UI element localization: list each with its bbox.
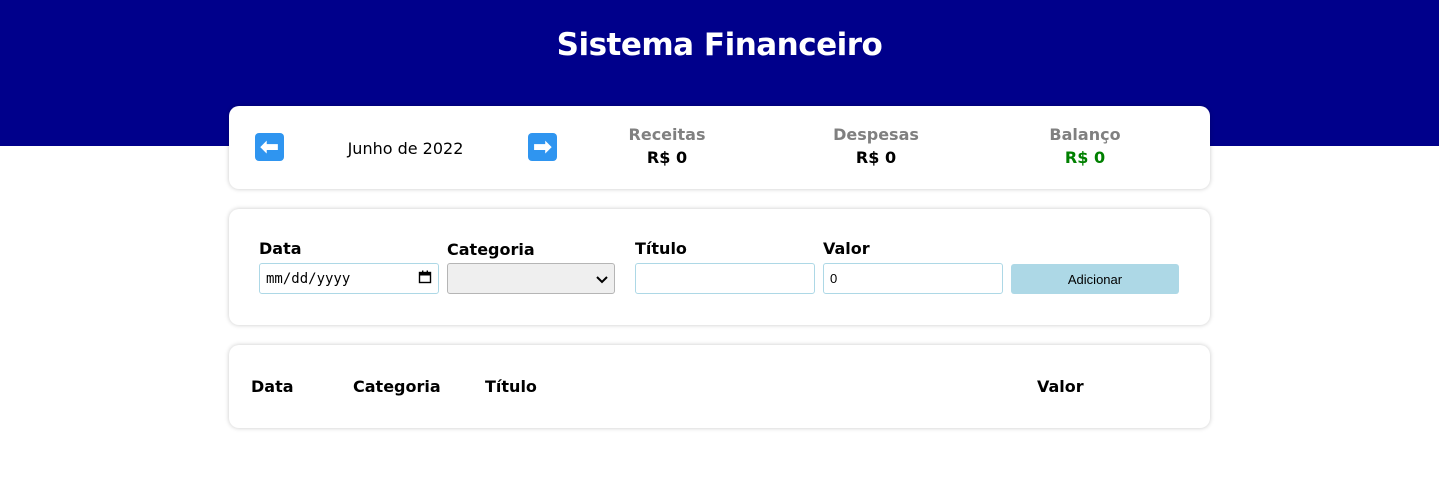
balanco-label: Balanço (1049, 125, 1121, 144)
valor-input[interactable]: 0 (823, 263, 1003, 294)
date-input[interactable]: mm/dd/yyyy (259, 263, 439, 294)
receitas-label: Receitas (628, 125, 706, 144)
balanco-value: R$ 0 (1064, 148, 1106, 167)
current-month: Junho de 2022 (347, 139, 464, 158)
despesas-summary: Despesas R$ 0 (776, 125, 976, 167)
despesas-label: Despesas (833, 125, 919, 144)
next-month-button[interactable]: ➡ (528, 133, 557, 161)
table-header-categoria: Categoria (353, 377, 441, 396)
right-arrow-icon: ➡ (533, 134, 552, 159)
table-header-valor: Valor (1037, 377, 1084, 396)
add-button[interactable]: Adicionar (1011, 264, 1179, 294)
left-arrow-icon: ⬅ (260, 134, 279, 159)
categoria-label: Categoria (447, 240, 535, 259)
valor-label: Valor (823, 239, 870, 258)
table-area: Data Categoria Título Valor (229, 345, 1210, 428)
info-area: ⬅ Junho de 2022 ➡ Receitas R$ 0 Despesas… (229, 106, 1210, 189)
table-header-titulo: Título (485, 377, 537, 396)
balanco-summary: Balanço R$ 0 (985, 125, 1185, 167)
date-placeholder: mm/dd/yyyy (266, 270, 351, 287)
table-header-data: Data (251, 377, 294, 396)
despesas-value: R$ 0 (855, 148, 897, 167)
input-area: Data mm/dd/yyyy Categoria Título Valor 0… (229, 209, 1210, 325)
receitas-summary: Receitas R$ 0 (567, 125, 767, 167)
prev-month-button[interactable]: ⬅ (255, 133, 284, 161)
receitas-value: R$ 0 (646, 148, 688, 167)
titulo-input[interactable] (635, 263, 815, 294)
data-label: Data (259, 239, 302, 258)
page-title: Sistema Financeiro (556, 27, 883, 63)
calendar-icon[interactable] (418, 270, 432, 288)
categoria-select[interactable] (447, 263, 615, 294)
chevron-down-icon (596, 271, 608, 287)
titulo-label: Título (635, 239, 687, 258)
